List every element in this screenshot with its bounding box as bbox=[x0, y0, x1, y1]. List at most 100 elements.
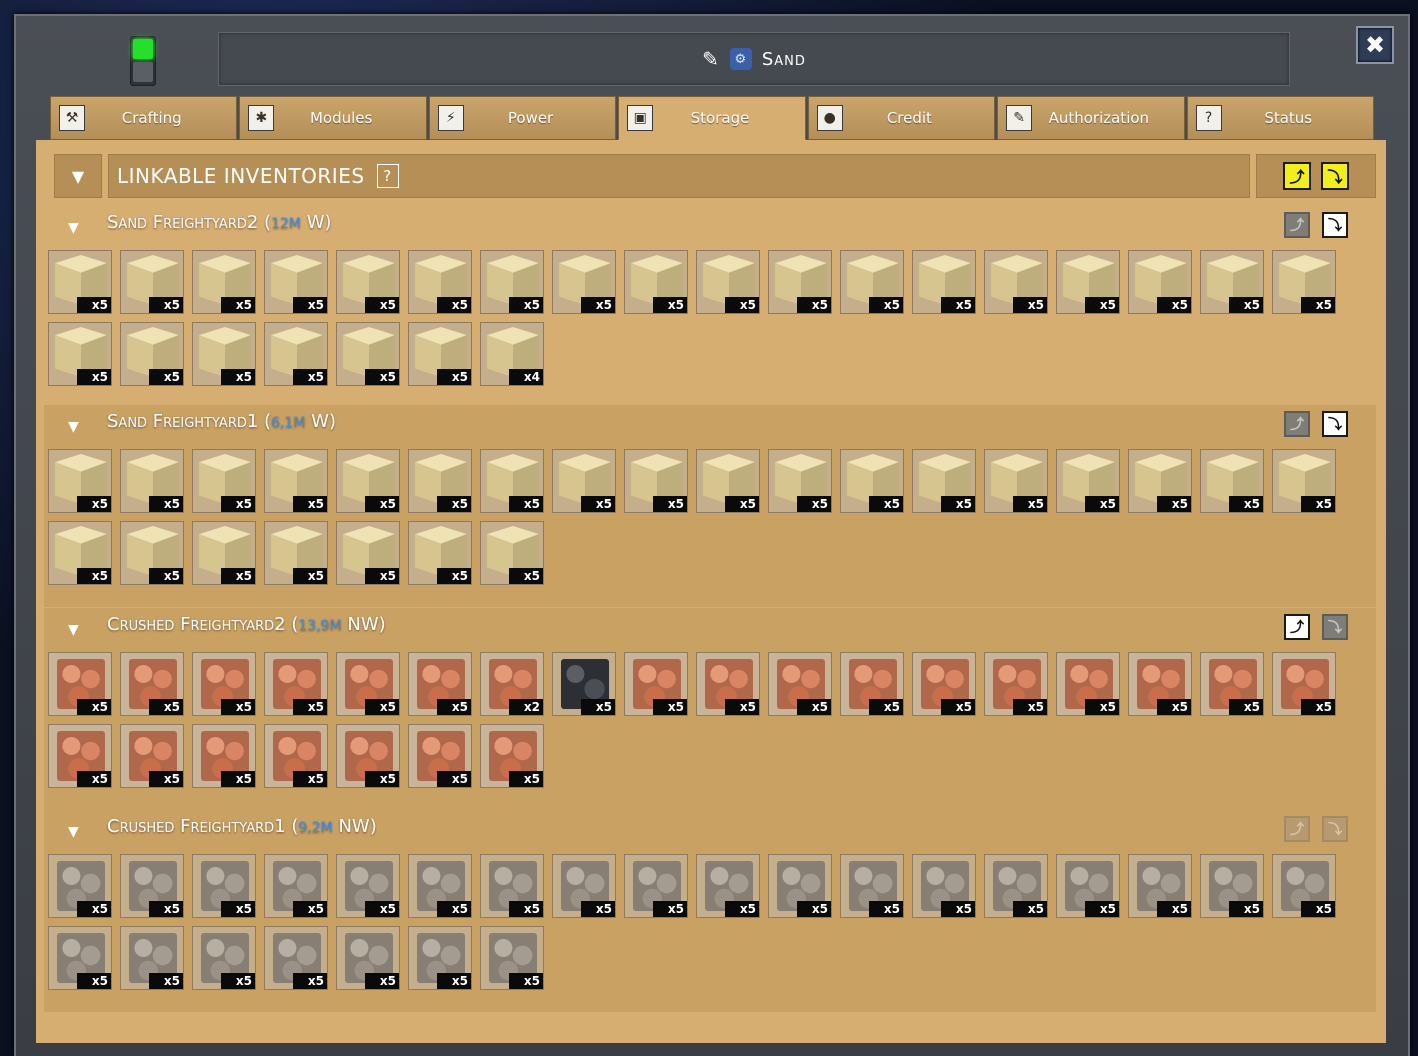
tab-power[interactable]: ⚡ Power bbox=[428, 96, 617, 140]
inventory-slot[interactable]: x5 bbox=[480, 521, 544, 585]
inventory-slot[interactable]: x5 bbox=[48, 521, 112, 585]
inventory-slot[interactable]: x5 bbox=[696, 449, 760, 513]
inventory-slot[interactable]: x5 bbox=[1128, 250, 1192, 314]
inventory-slot[interactable]: x5 bbox=[1272, 652, 1336, 716]
inventory-slot[interactable]: x5 bbox=[120, 724, 184, 788]
inventory-slot[interactable]: x5 bbox=[768, 449, 832, 513]
inventory-slot[interactable]: x5 bbox=[1272, 250, 1336, 314]
inventory-slot[interactable]: x5 bbox=[120, 521, 184, 585]
pencil-icon[interactable]: ✎ bbox=[702, 47, 720, 71]
inventory-slot[interactable]: x5 bbox=[408, 854, 472, 918]
close-button[interactable]: ✖ bbox=[1356, 26, 1394, 64]
inventory-slot[interactable]: x5 bbox=[48, 652, 112, 716]
inventory-slot[interactable]: x5 bbox=[408, 652, 472, 716]
inventory-slot[interactable]: x5 bbox=[336, 926, 400, 990]
inventory-slot[interactable]: x5 bbox=[408, 926, 472, 990]
inventory-slot[interactable]: x4 bbox=[480, 322, 544, 386]
inventory-slot[interactable]: x5 bbox=[336, 521, 400, 585]
inventory-slot[interactable]: x5 bbox=[1272, 449, 1336, 513]
inventory-slot[interactable]: x5 bbox=[336, 322, 400, 386]
push-all-button[interactable]: ⤴ bbox=[1283, 162, 1311, 190]
inventory-slot[interactable]: x5 bbox=[48, 449, 112, 513]
inventory-slot[interactable]: x5 bbox=[1128, 449, 1192, 513]
inventory-slot[interactable]: x5 bbox=[192, 652, 256, 716]
inventory-slot[interactable]: x5 bbox=[552, 652, 616, 716]
chevron-down-icon[interactable]: ▼ bbox=[68, 824, 79, 840]
inventory-slot[interactable]: x5 bbox=[120, 926, 184, 990]
inventory-slot[interactable]: x5 bbox=[1056, 854, 1120, 918]
inventory-slot[interactable]: x5 bbox=[1200, 449, 1264, 513]
inventory-slot[interactable]: x5 bbox=[192, 724, 256, 788]
tab-modules[interactable]: ✱ Modules bbox=[239, 96, 427, 140]
pull-button[interactable]: ⤵ bbox=[1322, 212, 1348, 238]
pull-button[interactable]: ⤵ bbox=[1322, 411, 1348, 437]
inventory-slot[interactable]: x5 bbox=[912, 652, 976, 716]
chevron-down-icon[interactable]: ▼ bbox=[68, 419, 79, 435]
chevron-down-icon[interactable]: ▼ bbox=[68, 220, 79, 236]
inventory-slot[interactable]: x5 bbox=[120, 854, 184, 918]
inventory-slot[interactable]: x5 bbox=[264, 322, 328, 386]
inventory-slot[interactable]: x2 bbox=[480, 652, 544, 716]
inventory-slot[interactable]: x5 bbox=[912, 250, 976, 314]
inventory-slot[interactable]: x5 bbox=[624, 250, 688, 314]
inventory-slot[interactable]: x5 bbox=[480, 926, 544, 990]
push-button[interactable]: ⤴ bbox=[1284, 212, 1310, 238]
inventory-slot[interactable]: x5 bbox=[264, 652, 328, 716]
inventory-slot[interactable]: x5 bbox=[768, 250, 832, 314]
inventory-slot[interactable]: x5 bbox=[480, 724, 544, 788]
inventory-slot[interactable]: x5 bbox=[1200, 250, 1264, 314]
inventory-slot[interactable]: x5 bbox=[480, 250, 544, 314]
inventory-slot[interactable]: x5 bbox=[696, 250, 760, 314]
inventory-slot[interactable]: x5 bbox=[120, 449, 184, 513]
inventory-slot[interactable]: x5 bbox=[408, 322, 472, 386]
inventory-slot[interactable]: x5 bbox=[336, 854, 400, 918]
inventory-slot[interactable]: x5 bbox=[768, 854, 832, 918]
inventory-slot[interactable]: x5 bbox=[120, 250, 184, 314]
inventory-slot[interactable]: x5 bbox=[840, 449, 904, 513]
inventory-slot[interactable]: x5 bbox=[408, 724, 472, 788]
inventory-slot[interactable]: x5 bbox=[48, 724, 112, 788]
inventory-slot[interactable]: x5 bbox=[1200, 854, 1264, 918]
inventory-slot[interactable]: x5 bbox=[984, 652, 1048, 716]
inventory-slot[interactable]: x5 bbox=[192, 322, 256, 386]
inventory-slot[interactable]: x5 bbox=[552, 854, 616, 918]
inventory-slot[interactable]: x5 bbox=[192, 449, 256, 513]
chevron-down-icon[interactable]: ▼ bbox=[68, 622, 79, 638]
inventory-slot[interactable]: x5 bbox=[912, 449, 976, 513]
tab-storage[interactable]: ▣ Storage bbox=[618, 96, 806, 140]
collapse-toggle[interactable]: ▼ bbox=[54, 154, 102, 198]
inventory-slot[interactable]: x5 bbox=[552, 449, 616, 513]
inventory-slot[interactable]: x5 bbox=[984, 854, 1048, 918]
inventory-slot[interactable]: x5 bbox=[264, 250, 328, 314]
tab-authorization[interactable]: ✎ Authorization bbox=[997, 96, 1185, 140]
inventory-slot[interactable]: x5 bbox=[696, 854, 760, 918]
inventory-slot[interactable]: x5 bbox=[1056, 250, 1120, 314]
inventory-slot[interactable]: x5 bbox=[48, 322, 112, 386]
inventory-slot[interactable]: x5 bbox=[408, 250, 472, 314]
inventory-slot[interactable]: x5 bbox=[1128, 652, 1192, 716]
inventory-slot[interactable]: x5 bbox=[840, 250, 904, 314]
inventory-slot[interactable]: x5 bbox=[192, 250, 256, 314]
inventory-slot[interactable]: x5 bbox=[624, 854, 688, 918]
inventory-slot[interactable]: x5 bbox=[984, 250, 1048, 314]
inventory-slot[interactable]: x5 bbox=[480, 854, 544, 918]
inventory-slot[interactable]: x5 bbox=[264, 724, 328, 788]
inventory-slot[interactable]: x5 bbox=[336, 449, 400, 513]
inventory-slot[interactable]: x5 bbox=[264, 449, 328, 513]
inventory-slot[interactable]: x5 bbox=[984, 449, 1048, 513]
inventory-slot[interactable]: x5 bbox=[264, 521, 328, 585]
inventory-slot[interactable]: x5 bbox=[912, 854, 976, 918]
inventory-slot[interactable]: x5 bbox=[408, 449, 472, 513]
push-button[interactable]: ⤴ bbox=[1284, 411, 1310, 437]
inventory-slot[interactable]: x5 bbox=[48, 250, 112, 314]
inventory-slot[interactable]: x5 bbox=[768, 652, 832, 716]
pull-all-button[interactable]: ⤵ bbox=[1321, 162, 1349, 190]
inventory-slot[interactable]: x5 bbox=[408, 521, 472, 585]
inventory-slot[interactable]: x5 bbox=[480, 449, 544, 513]
inventory-slot[interactable]: x5 bbox=[1056, 449, 1120, 513]
inventory-slot[interactable]: x5 bbox=[264, 854, 328, 918]
inventory-slot[interactable]: x5 bbox=[1128, 854, 1192, 918]
tab-status[interactable]: ? Status bbox=[1186, 96, 1374, 140]
inventory-slot[interactable]: x5 bbox=[192, 926, 256, 990]
inventory-slot[interactable]: x5 bbox=[696, 652, 760, 716]
